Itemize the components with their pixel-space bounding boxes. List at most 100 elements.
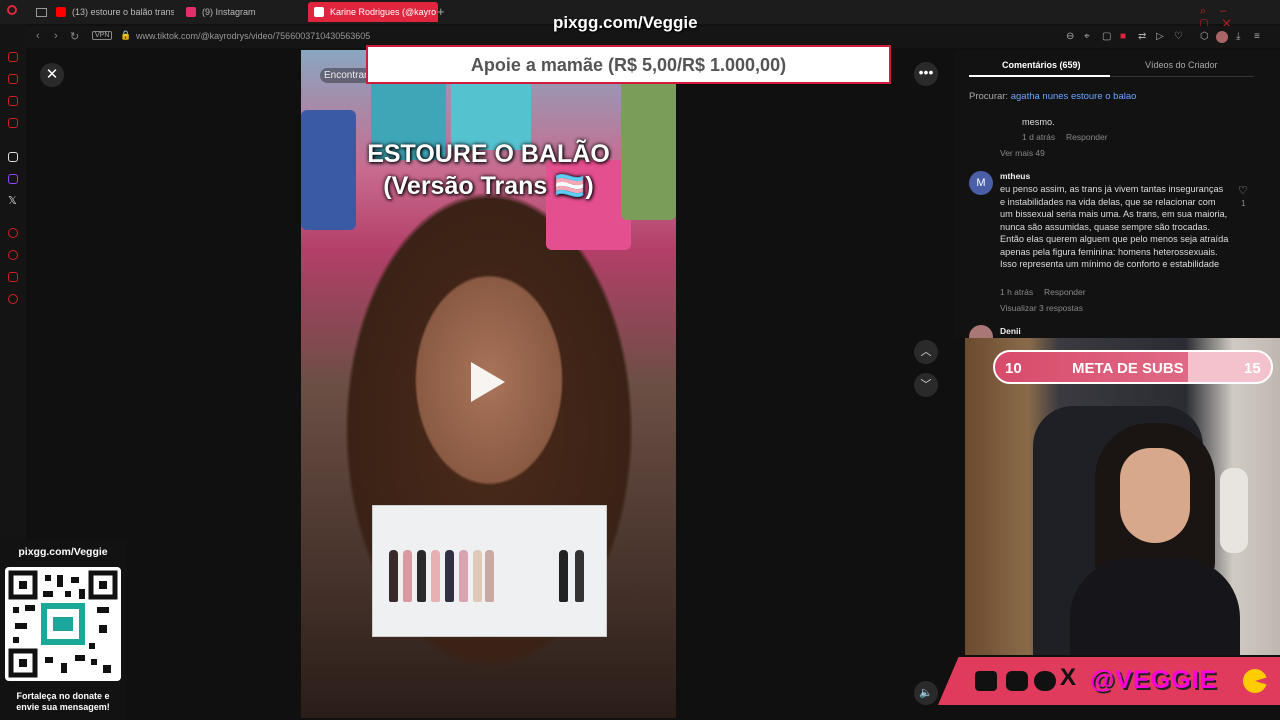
video-player[interactable]: ESTOURE O BALÃO (Versão Trans 🏳️‍⚧️) xyxy=(301,50,676,718)
sidebar-wallet-icon[interactable] xyxy=(8,96,18,106)
inset-person xyxy=(459,550,468,602)
tab-youtube-label: (13) estoure o balão trans xyxy=(72,7,174,17)
inset-person xyxy=(403,550,412,602)
browser-sidebar: 𝕏 xyxy=(0,24,26,554)
profile-avatar[interactable] xyxy=(1216,31,1228,43)
comment-time: 1 d atrás xyxy=(1022,132,1056,142)
qr-footer-line-1: Fortaleça no donate e xyxy=(16,691,110,701)
caption-line-1: ESTOURE O BALÃO xyxy=(367,140,610,168)
video-caption: ESTOURE O BALÃO (Versão Trans 🏳️‍⚧️) xyxy=(301,138,676,202)
qr-footer-line-2: envie sua mensagem! xyxy=(16,702,110,712)
more-options-icon[interactable]: ••• xyxy=(914,62,938,86)
menu-icon[interactable]: ≡ xyxy=(1254,31,1260,42)
video-inset-clip xyxy=(372,505,607,637)
tab-creator-videos[interactable]: Vídeos do Criador xyxy=(1145,60,1218,70)
like-count: 1 xyxy=(1241,198,1246,208)
tab-tiktok-label: Karine Rodrigues (@kayro xyxy=(330,7,437,17)
comment-search[interactable]: Procurar: agatha nunes estoure o balao xyxy=(969,91,1136,102)
qr-code xyxy=(5,567,121,681)
social-handle: @VEGGIE xyxy=(1090,666,1218,694)
shield-icon[interactable]: ■ xyxy=(1120,31,1126,42)
download-icon[interactable]: ⤓ xyxy=(1236,31,1240,42)
sidebar-app-icon[interactable] xyxy=(8,152,18,162)
sidebar-clock-icon[interactable] xyxy=(8,250,18,260)
sidebar-extensions-icon[interactable] xyxy=(8,272,18,282)
sidebar-twitch-icon[interactable] xyxy=(8,174,18,184)
avatar[interactable]: M xyxy=(969,171,993,195)
caption-line-2: (Versão Trans 🏳️‍⚧️) xyxy=(383,172,594,200)
tab-manager-icon[interactable] xyxy=(36,8,47,17)
streamer-body xyxy=(1070,558,1240,655)
chevron-up-icon[interactable]: ︿ xyxy=(914,340,938,364)
screenshot-icon[interactable]: ▢ xyxy=(1102,31,1111,42)
send-icon[interactable]: ▷ xyxy=(1156,31,1164,42)
lock-icon: 🔒 xyxy=(120,30,132,40)
sub-goal-target: 15 xyxy=(1244,360,1261,377)
comment-text: eu penso assim, as trans já vivem tantas… xyxy=(1000,184,1229,269)
view-more-replies[interactable]: Ver mais 49 xyxy=(1000,148,1045,158)
forward-icon[interactable]: › xyxy=(54,30,58,42)
tab-instagram[interactable]: (9) Instagram xyxy=(186,2,296,22)
like-icon[interactable]: ♡ xyxy=(1238,184,1248,197)
comment-author[interactable]: mtheus xyxy=(1000,171,1030,181)
reload-icon[interactable]: ↻ xyxy=(70,30,79,43)
find-chip[interactable]: Encontrar xyxy=(320,68,372,83)
sub-goal-current: 10 xyxy=(1005,360,1022,377)
sidebar-history-icon[interactable] xyxy=(8,228,18,238)
spotify-icon xyxy=(1034,671,1056,691)
sidebar-messenger-icon[interactable] xyxy=(8,52,18,62)
search-term-link[interactable]: agatha nunes estoure o balao xyxy=(1011,91,1137,102)
zoom-icon[interactable]: ⊖ xyxy=(1066,31,1074,42)
instagram-icon xyxy=(1006,671,1028,691)
sub-goal-label: META DE SUBS xyxy=(1072,360,1184,377)
bookmark-icon[interactable]: ⌖ xyxy=(1084,31,1090,42)
tab-active-indicator xyxy=(969,75,1110,77)
inset-person xyxy=(389,550,398,602)
comment-time: 1 h atrás xyxy=(1000,287,1034,297)
extensions-icon[interactable]: ⬡ xyxy=(1200,31,1209,42)
streamer-webcam xyxy=(965,338,1280,655)
instagram-icon xyxy=(186,7,196,17)
tab-tiktok[interactable]: Karine Rodrigues (@kayro xyxy=(308,2,438,22)
inset-person xyxy=(559,550,568,602)
comment-author[interactable]: Denii xyxy=(1000,326,1021,336)
qr-code-graphic xyxy=(8,570,118,678)
stream-brand-top: pixgg.com/Veggie xyxy=(553,13,698,32)
inset-person xyxy=(417,550,426,602)
inset-person xyxy=(445,550,454,602)
qr-card-title: pixgg.com/Veggie xyxy=(18,546,108,558)
reply-button[interactable]: Responder xyxy=(1044,287,1086,297)
vpn-badge[interactable]: VPN xyxy=(92,31,113,40)
browser-logo-icon[interactable] xyxy=(7,5,17,15)
heart-icon[interactable]: ♡ xyxy=(1174,31,1183,42)
donation-goal-banner: Apoie a mamãe (R$ 5,00/R$ 1.000,00) xyxy=(366,45,891,84)
streamer-face xyxy=(1120,448,1190,543)
view-replies[interactable]: Visualizar 3 respostas xyxy=(1000,303,1083,313)
new-tab-icon[interactable]: + xyxy=(437,4,445,19)
youtube-icon xyxy=(56,7,66,17)
microphone xyxy=(1220,468,1248,553)
back-icon[interactable]: ‹ xyxy=(36,30,40,42)
x-icon: X xyxy=(1060,664,1077,691)
inset-person xyxy=(575,550,584,602)
translate-icon[interactable]: ⇄ xyxy=(1138,31,1146,42)
sidebar-x-icon[interactable]: 𝕏 xyxy=(8,194,17,207)
tab-comments[interactable]: Comentários (659) xyxy=(1002,60,1081,70)
sidebar-settings-icon[interactable] xyxy=(8,294,18,304)
tiktok-icon xyxy=(314,7,324,17)
comment-text: mesmo. xyxy=(1022,117,1055,127)
close-icon[interactable]: ✕ xyxy=(40,63,64,87)
tab-youtube[interactable]: (13) estoure o balão trans xyxy=(56,2,174,22)
inset-person xyxy=(431,550,440,602)
reply-button[interactable]: Responder xyxy=(1066,132,1108,142)
chevron-down-icon[interactable]: ﹀ xyxy=(914,373,938,397)
volume-icon[interactable]: 🔈 xyxy=(914,681,938,705)
play-icon[interactable] xyxy=(471,362,505,402)
url-field[interactable]: www.tiktok.com/@kayrodrys/video/75660037… xyxy=(136,31,370,41)
sidebar-player-icon[interactable] xyxy=(8,118,18,128)
inset-person xyxy=(485,550,494,602)
search-label: Procurar: xyxy=(969,91,1009,102)
sidebar-shop-icon[interactable] xyxy=(8,74,18,84)
qr-card-footer: Fortaleça no donate e envie sua mensagem… xyxy=(0,691,126,713)
tab-instagram-label: (9) Instagram xyxy=(202,7,256,17)
